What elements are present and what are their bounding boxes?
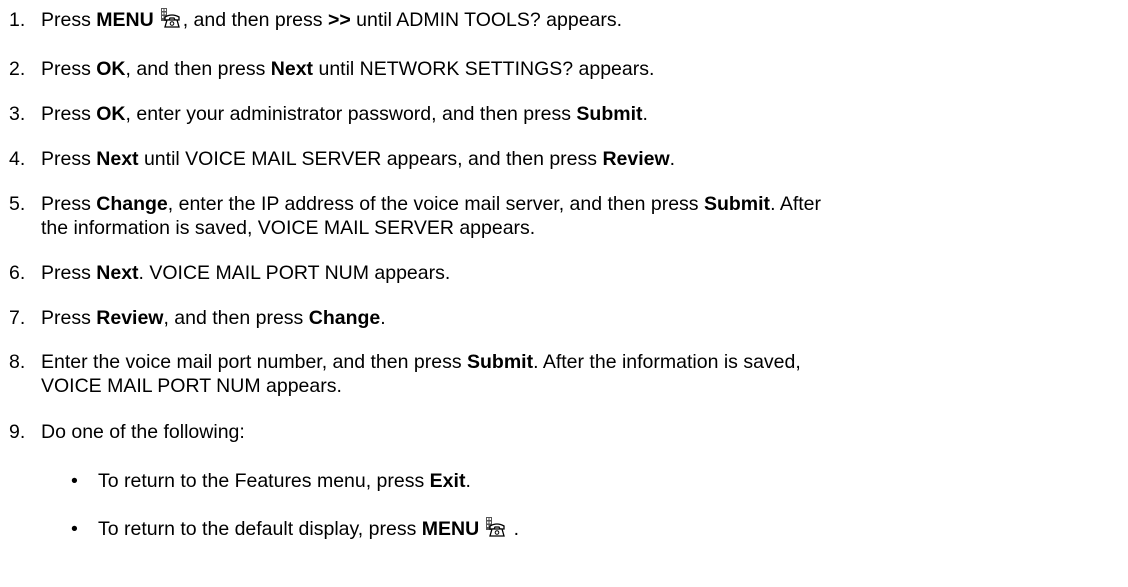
bullet-text: To return to the Features menu, press Ex… xyxy=(98,470,471,492)
bullet-symbol: • xyxy=(71,470,78,492)
phone-menu-icon xyxy=(158,8,182,30)
step-text: the information is saved, VOICE MAIL SER… xyxy=(41,217,536,239)
step-text: Do one of the following: xyxy=(41,421,245,443)
key-menu: MENU xyxy=(96,9,154,31)
step-text: VOICE MAIL PORT NUM appears. xyxy=(41,375,342,397)
step-text: Press Review, and then press Change. xyxy=(41,307,386,329)
phone-menu-icon xyxy=(483,517,507,539)
bullet-symbol: • xyxy=(71,518,78,540)
step-text: Press OK, enter your administrator passw… xyxy=(41,103,648,125)
step-number: 7. xyxy=(9,307,26,329)
step-number: 3. xyxy=(9,103,26,125)
step-text: Press OK, and then press Next until NETW… xyxy=(41,58,655,80)
key-menu: MENU xyxy=(421,518,480,540)
step-text: Enter the voice mail port number, and th… xyxy=(41,351,801,373)
step-text: Press MENU, and then press >> until ADMI… xyxy=(41,8,623,31)
step-number: 1. xyxy=(9,9,26,31)
step-text: Press Change, enter the IP address of th… xyxy=(41,193,822,215)
bullet-text: To return to the default display, press … xyxy=(98,517,519,540)
step-number: 5. xyxy=(9,193,26,215)
step-number: 2. xyxy=(9,58,26,80)
step-text: Press Next. VOICE MAIL PORT NUM appears. xyxy=(41,262,451,284)
step-number: 8. xyxy=(9,351,26,373)
step-number: 4. xyxy=(9,148,26,170)
step-text: Press Next until VOICE MAIL SERVER appea… xyxy=(41,148,676,170)
step-number: 9. xyxy=(9,421,26,443)
step-number: 6. xyxy=(9,262,26,284)
